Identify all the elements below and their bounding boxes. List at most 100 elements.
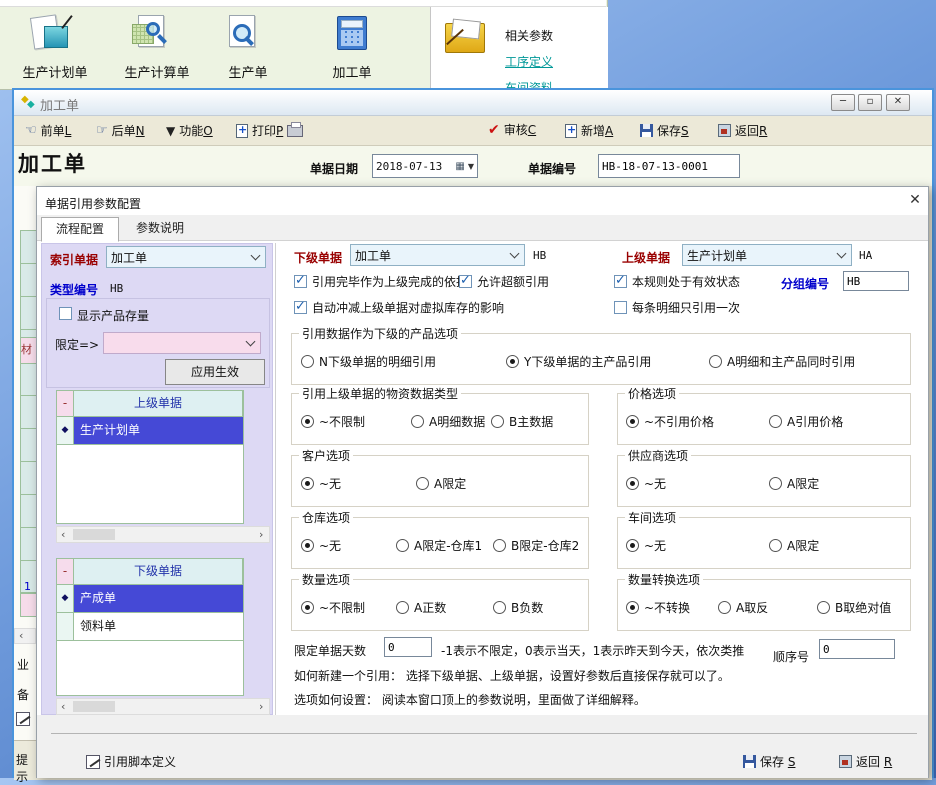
radio-detail-data[interactable]: A明细数据: [411, 413, 485, 430]
radio-icon[interactable]: [718, 601, 731, 614]
radio-icon[interactable]: [493, 539, 506, 552]
radio-icon[interactable]: [396, 601, 409, 614]
radio-icon[interactable]: [396, 539, 409, 552]
upper-doc-combo[interactable]: 生产计划单: [682, 244, 852, 266]
radio-customer-none[interactable]: ~无: [301, 475, 341, 492]
checkbox-ref-complete[interactable]: 引用完毕作为上级完成的依据: [294, 273, 468, 290]
radio-warehouse-1[interactable]: A限定-仓库1: [396, 537, 482, 554]
upper-grid-hscrollbar[interactable]: ‹ ›: [56, 526, 270, 543]
radio-warehouse-none[interactable]: ~无: [301, 537, 341, 554]
radio-icon[interactable]: [506, 355, 519, 368]
radio-both-ref[interactable]: A明细和主产品同时引用: [709, 353, 855, 370]
radio-icon[interactable]: [411, 415, 424, 428]
radio-icon[interactable]: [301, 355, 314, 368]
lower-grid-row[interactable]: 领料单: [74, 613, 243, 641]
launcher-item-production-plan[interactable]: 生产计划单: [10, 12, 100, 81]
radio-qty-positive[interactable]: A正数: [396, 599, 446, 616]
tab-flow-config[interactable]: 流程配置: [41, 217, 119, 242]
add-button[interactable]: 新增A: [565, 122, 613, 139]
radio-main-data[interactable]: B主数据: [491, 413, 553, 430]
radio-workshop-limit[interactable]: A限定: [769, 537, 819, 554]
radio-supplier-none[interactable]: ~无: [626, 475, 666, 492]
radio-icon[interactable]: [817, 601, 830, 614]
index-doc-combo[interactable]: 加工单: [106, 246, 266, 268]
panel-splitter[interactable]: [275, 243, 276, 715]
dialog-save-button[interactable]: 保存 S: [743, 753, 795, 770]
radio-icon[interactable]: [769, 415, 782, 428]
show-stock-label[interactable]: 显示产品存量: [77, 307, 149, 324]
show-stock-checkbox[interactable]: [59, 307, 72, 320]
doc-no-input[interactable]: [598, 154, 740, 178]
radio-icon[interactable]: [301, 539, 314, 552]
lower-grid-hscrollbar[interactable]: ‹ ›: [56, 698, 270, 715]
lower-doc-combo[interactable]: 加工单: [350, 244, 525, 266]
sequence-input[interactable]: [819, 639, 895, 659]
radio-icon[interactable]: [416, 477, 429, 490]
lower-grid-row-selected[interactable]: 产成单: [74, 585, 243, 613]
checkbox-icon[interactable]: [614, 275, 627, 288]
radio-supplier-limit[interactable]: A限定: [769, 475, 819, 492]
radio-icon[interactable]: [626, 415, 639, 428]
scrollbar-thumb[interactable]: [73, 701, 115, 712]
radio-negate[interactable]: A取反: [718, 599, 768, 616]
radio-no-transform[interactable]: ~不转换: [626, 599, 690, 616]
upper-grid-row-selected[interactable]: 生产计划单: [74, 417, 243, 445]
limit-days-input[interactable]: [384, 637, 432, 657]
radio-qty-none[interactable]: ~不限制: [301, 599, 365, 616]
radio-icon[interactable]: [301, 601, 314, 614]
scroll-right-icon[interactable]: ›: [259, 528, 263, 541]
scrollbar-thumb[interactable]: [73, 529, 115, 540]
radio-detail-ref[interactable]: N下级单据的明细引用: [301, 353, 436, 370]
next-doc-button[interactable]: ☞ 后单N: [96, 122, 145, 139]
dialog-back-button[interactable]: 返回 R: [839, 753, 892, 770]
checkbox-icon[interactable]: [294, 301, 307, 314]
doc-date-picker[interactable]: 2018-07-13 ▦ ▼: [372, 154, 478, 178]
apply-button[interactable]: 应用生效: [165, 359, 265, 385]
script-definition-button[interactable]: 引用脚本定义: [86, 753, 176, 770]
radio-icon[interactable]: [301, 415, 314, 428]
checkbox-auto-offset[interactable]: 自动冲减上级单据对虚拟库存的影响: [294, 299, 504, 316]
dialog-close-icon[interactable]: ✕: [905, 192, 925, 210]
launcher-item-production-order[interactable]: 生产单: [203, 12, 293, 81]
scroll-left-icon[interactable]: ‹: [61, 528, 65, 541]
checkbox-icon[interactable]: [614, 301, 627, 314]
group-code-input[interactable]: [843, 271, 909, 291]
print-button[interactable]: 打印P: [236, 122, 303, 139]
limit-combo[interactable]: [103, 332, 261, 354]
radio-icon[interactable]: [769, 539, 782, 552]
checkbox-allow-excess[interactable]: 允许超额引用: [459, 273, 549, 290]
back-button[interactable]: 返回R: [718, 122, 767, 139]
radio-no-limit[interactable]: ~不限制: [301, 413, 365, 430]
radio-workshop-none[interactable]: ~无: [626, 537, 666, 554]
audit-button[interactable]: ✔ 审核C: [488, 121, 536, 138]
prev-doc-button[interactable]: ☜ 前单L: [25, 122, 71, 139]
radio-icon[interactable]: [301, 477, 314, 490]
scroll-left-icon[interactable]: ‹: [61, 700, 65, 713]
minimize-button[interactable]: ─: [831, 94, 855, 111]
launcher-item-processing-order[interactable]: 加工单: [307, 12, 397, 81]
checkbox-single-ref[interactable]: 每条明细只引用一次: [614, 299, 740, 316]
radio-customer-limit[interactable]: A限定: [416, 475, 466, 492]
radio-icon[interactable]: [626, 601, 639, 614]
radio-main-product-ref[interactable]: Y下级单据的主产品引用: [506, 353, 651, 370]
radio-icon[interactable]: [626, 539, 639, 552]
checkbox-icon[interactable]: [294, 275, 307, 288]
radio-no-price[interactable]: ~不引用价格: [626, 413, 714, 430]
radio-qty-negative[interactable]: B负数: [493, 599, 543, 616]
tab-param-help[interactable]: 参数说明: [121, 217, 199, 241]
checkbox-rule-active[interactable]: 本规则处于有效状态: [614, 273, 740, 290]
radio-absolute[interactable]: B取绝对值: [817, 599, 891, 616]
radio-warehouse-2[interactable]: B限定-仓库2: [493, 537, 579, 554]
function-button[interactable]: ▼ 功能O: [166, 122, 213, 139]
close-button[interactable]: ✕: [886, 94, 910, 111]
background-hscrollbar[interactable]: ‹: [14, 628, 36, 644]
process-definition-link[interactable]: 工序定义: [505, 53, 553, 70]
radio-icon[interactable]: [626, 477, 639, 490]
radio-icon[interactable]: [493, 601, 506, 614]
radio-use-price[interactable]: A引用价格: [769, 413, 843, 430]
scroll-right-icon[interactable]: ›: [259, 700, 263, 713]
checkbox-icon[interactable]: [459, 275, 472, 288]
maximize-button[interactable]: ▫: [858, 94, 882, 111]
radio-icon[interactable]: [709, 355, 722, 368]
radio-icon[interactable]: [769, 477, 782, 490]
